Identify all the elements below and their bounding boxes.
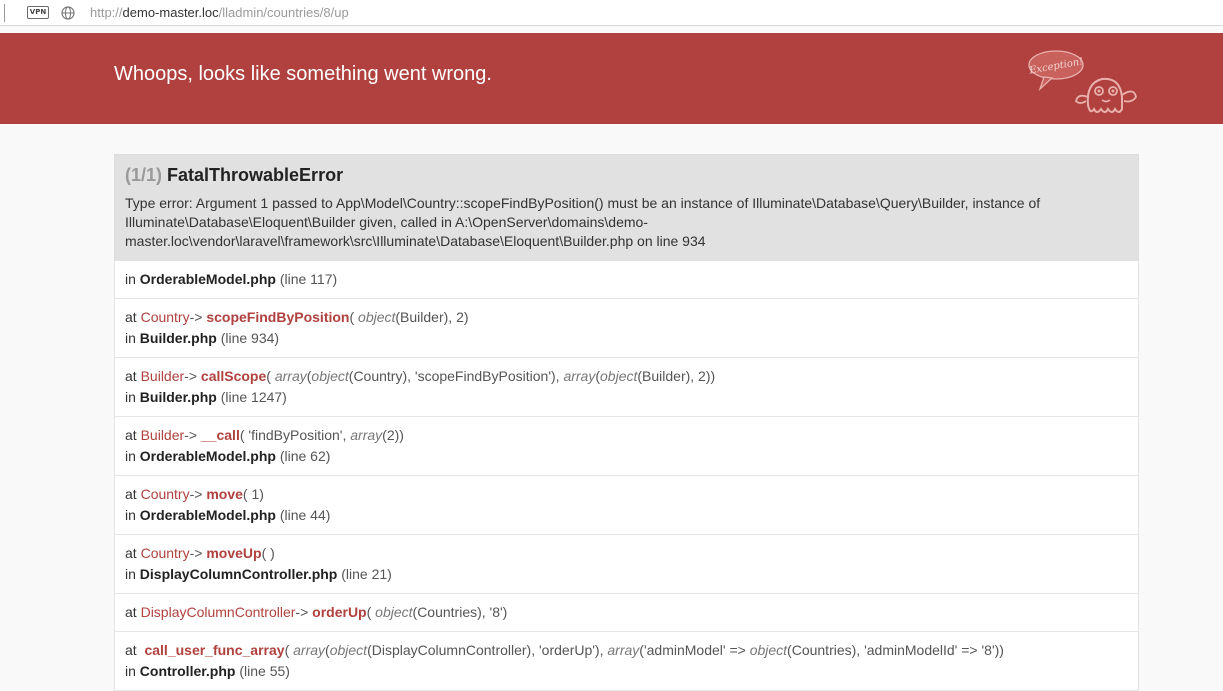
page-title: Whoops, looks like something went wrong. xyxy=(114,63,492,85)
trace-file: Builder.php xyxy=(139,389,217,405)
trace-line: (line 62) xyxy=(279,448,331,464)
trace-class: Builder xyxy=(140,368,185,384)
exception-title: (1/1) FatalThrowableError xyxy=(125,164,1128,186)
trace-row: at Builder-> __call( 'findByPosition', a… xyxy=(114,417,1139,476)
trace-function: move xyxy=(206,486,243,502)
error-header: Whoops, looks like something went wrong.… xyxy=(0,33,1223,124)
trace-row: at Country-> move( 1) in OrderableModel.… xyxy=(114,476,1139,535)
trace-location: in Controller.php (line 55) xyxy=(125,663,290,679)
trace-line: (line 117) xyxy=(279,271,338,287)
url-field[interactable]: http://demo-master.loc/lladmin/countries… xyxy=(90,5,349,20)
trace-function: call_user_func_array xyxy=(144,642,285,658)
trace-location: in OrderableModel.php (line 44) xyxy=(125,507,331,523)
trace-line: (line 934) xyxy=(220,330,280,346)
trace-function: callScope xyxy=(200,368,267,384)
trace-line: (line 21) xyxy=(341,566,392,582)
trace-function: orderUp xyxy=(312,604,367,620)
trace-file: OrderableModel.php xyxy=(139,271,276,287)
exception-message: Type error: Argument 1 passed to App\Mod… xyxy=(125,195,1041,249)
trace-call: at Builder-> __call( 'findByPosition', a… xyxy=(125,427,404,443)
trace-call: at Country-> move( 1) xyxy=(125,486,264,502)
trace-row: at DisplayColumnController-> orderUp( ob… xyxy=(114,594,1139,632)
trace-call: at Country-> moveUp( ) xyxy=(125,545,275,561)
trace-function: __call xyxy=(200,427,240,443)
trace-call: at DisplayColumnController-> orderUp( ob… xyxy=(125,604,508,620)
exception-summary: (1/1) FatalThrowableError Type error: Ar… xyxy=(114,154,1139,261)
url-path: /lladmin/countries/8/up xyxy=(218,5,349,20)
trace-function: scopeFindByPosition xyxy=(206,309,350,325)
trace-row: at call_user_func_array( array(object(Di… xyxy=(114,632,1139,691)
trace-call: at Builder-> callScope( array(object(Cou… xyxy=(125,368,716,384)
trace-row: in OrderableModel.php (line 117) xyxy=(114,261,1139,299)
trace-class: Country xyxy=(140,486,190,502)
exception-type: FatalThrowableError xyxy=(167,165,344,185)
trace-location: in OrderableModel.php (line 62) xyxy=(125,448,331,464)
url-scheme: http:// xyxy=(90,5,123,20)
trace-call: at call_user_func_array( array(object(Di… xyxy=(125,642,1004,658)
exception-panel: (1/1) FatalThrowableError Type error: Ar… xyxy=(114,154,1139,691)
trace-line: (line 55) xyxy=(239,663,290,679)
trace-line: (line 44) xyxy=(279,507,331,523)
trace-call: at Country-> scopeFindByPosition( object… xyxy=(125,309,469,325)
trace-file: OrderableModel.php xyxy=(139,507,276,523)
trace-row: at Country-> moveUp( ) in DisplayColumnC… xyxy=(114,535,1139,594)
trace-class: Country xyxy=(140,309,190,325)
globe-icon xyxy=(61,5,75,20)
trace-class: Country xyxy=(140,545,190,561)
trace-function: moveUp xyxy=(206,545,262,561)
trace-location: in Builder.php (line 1247) xyxy=(125,389,287,405)
trace-file: Controller.php xyxy=(139,663,236,679)
exception-count: (1/1) xyxy=(125,165,163,185)
vpn-badge[interactable]: VPN xyxy=(27,6,49,19)
browser-address-bar: VPN http://demo-master.loc/lladmin/count… xyxy=(0,0,1223,26)
trace-file: Builder.php xyxy=(139,330,217,346)
trace-class: DisplayColumnController xyxy=(140,604,296,620)
url-host: demo-master.loc xyxy=(122,5,219,20)
ghost-mascot-icon: Exception! xyxy=(1027,50,1137,113)
trace-file: OrderableModel.php xyxy=(139,448,276,464)
trace-location: in DisplayColumnController.php (line 21) xyxy=(125,566,392,582)
tab-edge xyxy=(0,3,5,22)
trace-row: at Country-> scopeFindByPosition( object… xyxy=(114,299,1139,358)
trace-class: Builder xyxy=(140,427,185,443)
trace-location: in Builder.php (line 934) xyxy=(125,330,280,346)
trace-file: DisplayColumnController.php xyxy=(139,566,338,582)
trace-line: (line 1247) xyxy=(220,389,287,405)
trace-row: at Builder-> callScope( array(object(Cou… xyxy=(114,358,1139,417)
